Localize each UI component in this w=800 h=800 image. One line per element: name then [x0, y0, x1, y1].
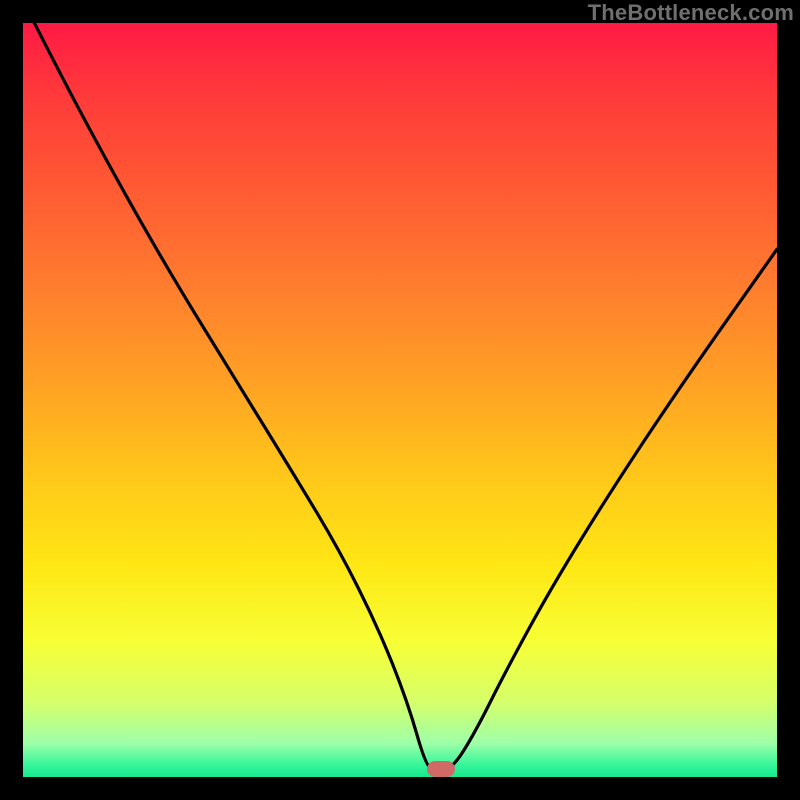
plot-area — [23, 23, 777, 777]
bottleneck-curve — [23, 23, 777, 777]
chart-container: TheBottleneck.com — [0, 0, 800, 800]
optimum-marker — [427, 761, 455, 777]
watermark-text: TheBottleneck.com — [588, 0, 794, 26]
